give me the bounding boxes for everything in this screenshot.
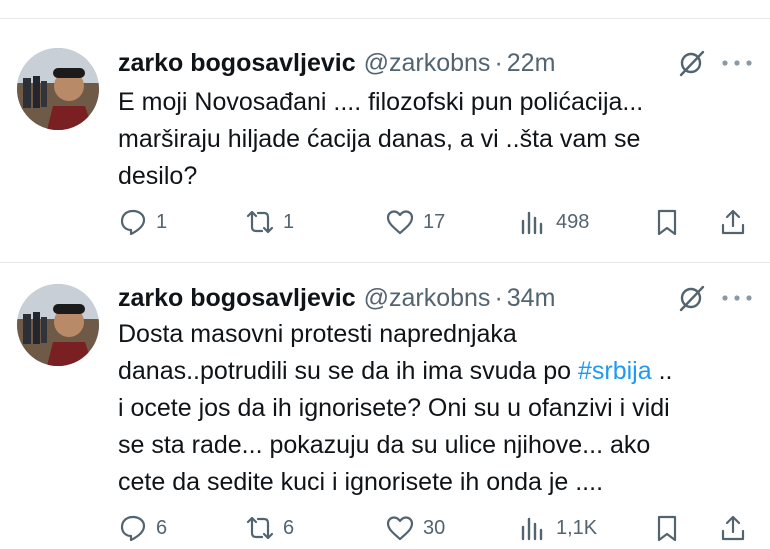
views-icon [521, 517, 543, 541]
bookmark-icon [657, 515, 677, 542]
like-icon [386, 210, 414, 235]
tweet-text-line: marširaju hiljade ćacija danas, a vi ..š… [118, 125, 641, 153]
reply-count: 1 [156, 210, 168, 233]
tweet-text-line: Dosta masovni protesti naprednjaka [118, 320, 517, 348]
separator-dot: · [494, 48, 503, 77]
share-button[interactable] [718, 205, 748, 239]
tweet-text-fragment: danas..potrudili su se da ih ima svuda p… [118, 357, 578, 385]
reply-icon [120, 515, 146, 542]
tweet-text: Dosta masovni protesti naprednjaka danas… [118, 316, 758, 501]
repost-icon [246, 516, 274, 540]
author-handle[interactable]: @zarkobns [364, 49, 491, 78]
more-icon[interactable] [720, 57, 754, 69]
tweet-text-line: i ocete jos da ih ignorisete? Oni su u o… [118, 394, 670, 422]
grok-icon[interactable] [676, 48, 706, 78]
repost-button[interactable]: 1 [245, 205, 294, 239]
reply-button[interactable]: 1 [118, 205, 167, 239]
share-button[interactable] [718, 511, 748, 545]
repost-button[interactable]: 6 [245, 511, 294, 545]
like-button[interactable]: 17 [385, 205, 445, 239]
repost-count: 6 [283, 516, 295, 539]
repost-count: 1 [283, 210, 295, 233]
hashtag-link[interactable]: #srbija [578, 357, 652, 385]
tweet-text-line: se sta rade... pokazuju da su ulice njih… [118, 431, 651, 459]
tweet-header: zarko bogosavljevic @zarkobns · 34m [118, 280, 555, 316]
tweet-header: zarko bogosavljevic @zarkobns · 22m [118, 45, 555, 81]
views-icon [521, 211, 543, 235]
views-count: 498 [556, 210, 590, 233]
bookmark-button[interactable] [652, 205, 682, 239]
views-count: 1,1K [556, 516, 598, 539]
author-name[interactable]: zarko bogosavljevic [118, 284, 356, 313]
separator-dot: · [494, 283, 503, 312]
bookmark-button[interactable] [652, 511, 682, 545]
author-name[interactable]: zarko bogosavljevic [118, 49, 356, 78]
views-button[interactable]: 1,1K [518, 511, 597, 545]
timestamp[interactable]: 34m [507, 284, 556, 313]
reply-count: 6 [156, 516, 168, 539]
tweet-text-line-with-hashtag: danas..potrudili su se da ih ima svuda p… [118, 353, 758, 390]
like-count: 30 [423, 516, 446, 539]
tweet-text-line: cete da sedite kuci i ignorisete ih onda… [118, 468, 604, 496]
reply-button[interactable]: 6 [118, 511, 167, 545]
grok-icon[interactable] [676, 283, 706, 313]
avatar[interactable] [17, 48, 99, 130]
timestamp[interactable]: 22m [507, 49, 556, 78]
avatar[interactable] [17, 284, 99, 366]
reply-icon [120, 209, 146, 236]
bookmark-icon [657, 209, 677, 236]
author-handle[interactable]: @zarkobns [364, 284, 491, 313]
tweet-text-fragment: .. [651, 357, 673, 385]
like-count: 17 [423, 210, 446, 233]
tweet-text-line: desilo? [118, 162, 198, 190]
tweet-2[interactable]: zarko bogosavljevic @zarkobns · 34m Dost… [0, 262, 770, 549]
tweet-1[interactable]: zarko bogosavljevic @zarkobns · 22m E mo… [0, 0, 770, 262]
share-icon [721, 209, 745, 235]
share-icon [721, 515, 745, 541]
more-icon[interactable] [720, 292, 754, 304]
views-button[interactable]: 498 [518, 205, 589, 239]
tweet-text: E moji Novosađani .... filozofski pun po… [118, 84, 758, 195]
repost-icon [246, 210, 274, 234]
tweet-text-line: E moji Novosađani .... filozofski pun po… [118, 88, 644, 116]
like-icon [386, 516, 414, 541]
like-button[interactable]: 30 [385, 511, 445, 545]
